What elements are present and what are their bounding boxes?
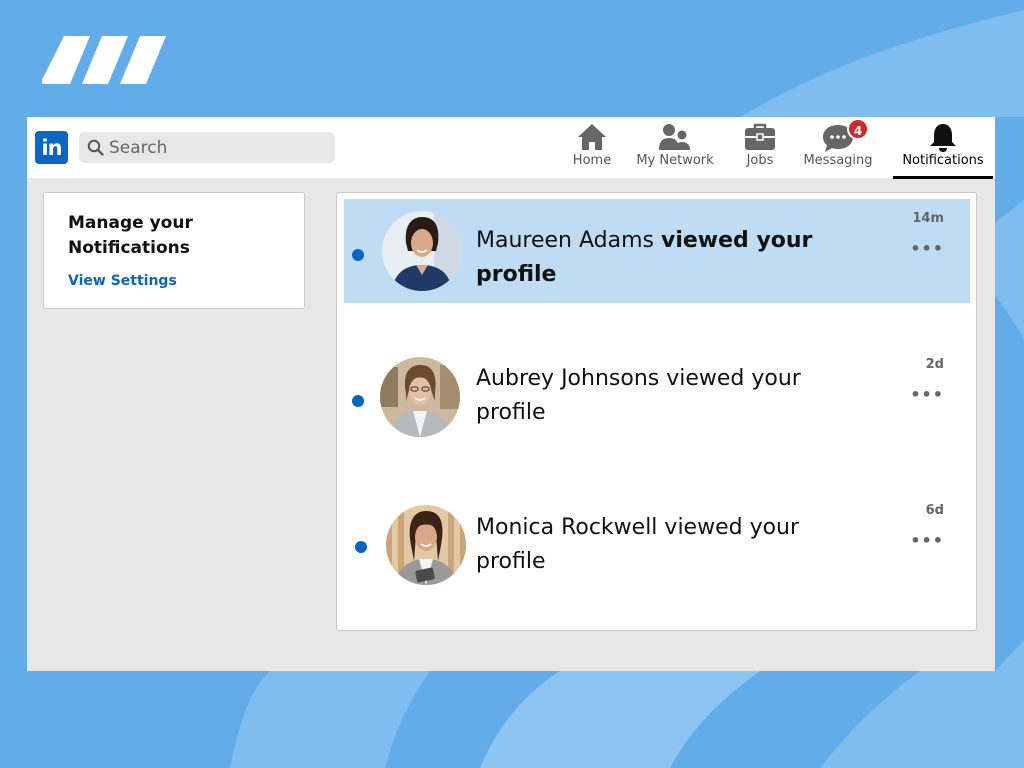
search-input[interactable] [109, 132, 329, 163]
search-box[interactable] [79, 132, 335, 163]
manage-notifications-card: Manage your Notifications View Settings [43, 192, 305, 309]
avatar[interactable] [386, 505, 466, 585]
nav-messaging[interactable]: 4 Messaging [799, 117, 877, 178]
nav-my-network-label: My Network [636, 153, 714, 168]
nav-notifications[interactable]: Notifications [893, 117, 993, 179]
notification-name: Maureen Adams [476, 228, 654, 253]
notification-text: Monica Rockwell viewed your profile [476, 511, 836, 579]
notification-text: Maureen Adams viewed your profile [476, 224, 836, 292]
notification-time: 14m [912, 211, 944, 226]
notification-item[interactable]: Maureen Adams viewed your profile 14m ••… [344, 199, 970, 303]
unread-dot [352, 249, 364, 261]
manage-notifications-title: Manage your Notifications [68, 213, 193, 258]
more-options-button[interactable]: ••• [910, 385, 944, 404]
view-settings-link[interactable]: View Settings [68, 273, 177, 289]
people-icon [659, 124, 690, 150]
linkedin-window: in Home My Network [27, 117, 995, 671]
notification-feed: Maureen Adams viewed your profile 14m ••… [336, 192, 977, 631]
notification-name: Aubrey Johnsons [476, 366, 660, 391]
notification-time: 6d [925, 503, 944, 518]
avatar[interactable] [380, 357, 460, 437]
top-nav-bar: in Home My Network [27, 117, 995, 179]
more-options-button[interactable]: ••• [910, 239, 944, 258]
notification-item[interactable]: Monica Rockwell viewed your profile 6d •… [344, 491, 970, 595]
notification-item[interactable]: Aubrey Johnsons viewed your profile 2d •… [344, 345, 970, 449]
nav-jobs-label: Jobs [746, 153, 774, 168]
notification-name: Monica Rockwell [476, 515, 658, 540]
nav-home[interactable]: Home [565, 117, 619, 178]
unread-dot [352, 395, 364, 407]
avatar-photo-icon [386, 505, 466, 585]
nav-messaging-label: Messaging [803, 153, 873, 168]
avatar-photo-icon [382, 211, 462, 291]
home-icon [578, 124, 606, 150]
bell-icon [930, 124, 956, 152]
nav-jobs[interactable]: Jobs [737, 117, 783, 178]
avatar-photo-icon [380, 357, 460, 437]
brand-logo [42, 36, 166, 84]
briefcase-icon [745, 123, 775, 150]
more-options-button[interactable]: ••• [910, 531, 944, 550]
unread-dot [355, 541, 367, 553]
search-icon [87, 139, 104, 156]
nav-notifications-label: Notifications [902, 153, 984, 168]
messaging-badge: 4 [847, 118, 869, 140]
avatar[interactable] [382, 211, 462, 291]
notification-time: 2d [925, 357, 944, 372]
notification-text: Aubrey Johnsons viewed your profile [476, 362, 836, 430]
nav-my-network[interactable]: My Network [632, 117, 718, 178]
linkedin-logo-icon[interactable]: in [35, 131, 68, 164]
nav-home-label: Home [572, 153, 612, 168]
